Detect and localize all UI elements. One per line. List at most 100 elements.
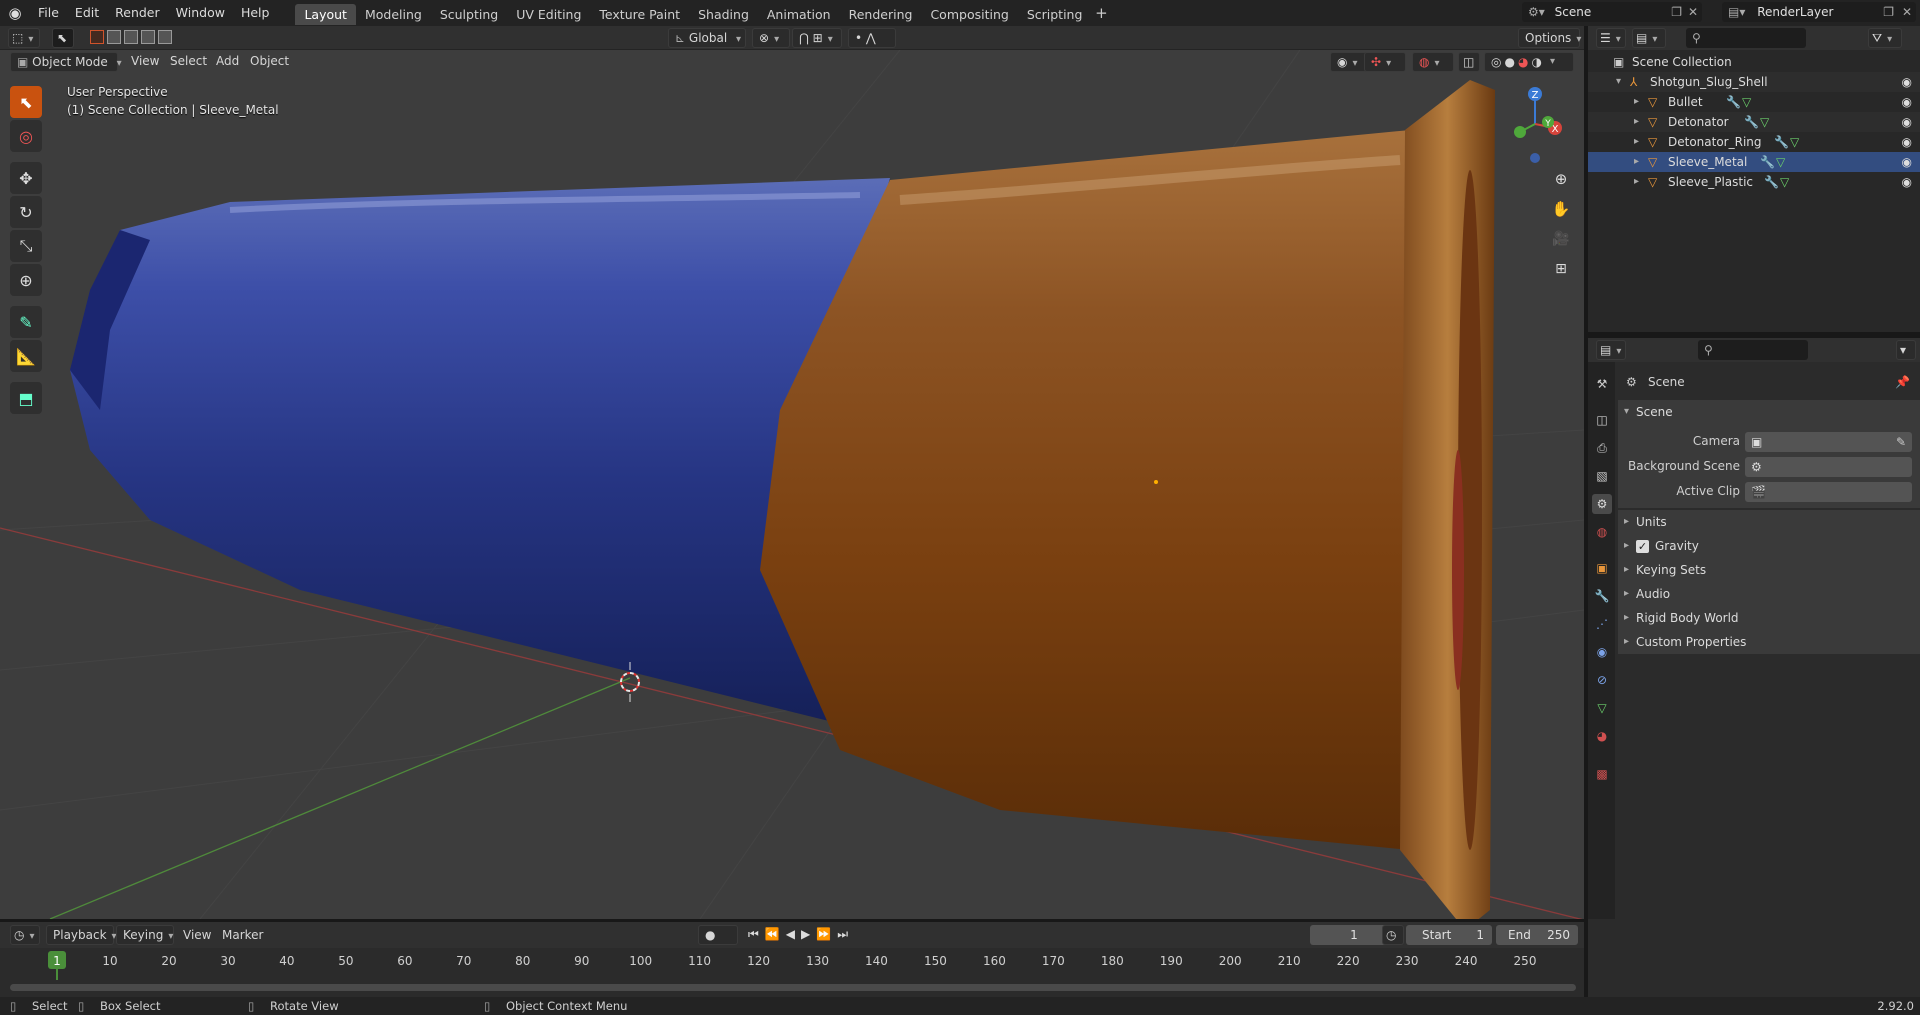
ortho-toggle-button[interactable]: ⊞ [1548,256,1574,282]
auto-keying-toggle[interactable]: ● [698,925,738,945]
menu-add[interactable]: Add [216,54,239,68]
start-frame-field[interactable]: Start 1 [1406,925,1492,945]
tab-layout[interactable]: Layout [295,4,356,25]
tab-scripting[interactable]: Scripting [1018,4,1092,25]
close-layer-icon[interactable]: ✕ [1902,2,1912,22]
solid-shading-icon[interactable]: ● [1504,53,1514,71]
panel-rigid-body-world[interactable]: Rigid Body World [1618,606,1920,630]
outliner-row-sleeve-metal[interactable]: ▸ ▽ Sleeve_Metal 🔧 ▽ ◉ [1588,152,1920,172]
expand-arrow-icon[interactable]: ▸ [1634,92,1639,112]
pan-button[interactable]: ✋ [1548,196,1574,222]
visibility-eye-icon[interactable]: ◉ [1902,72,1912,92]
tab-constraints[interactable]: ⊘ [1592,670,1612,690]
preview-range-toggle[interactable]: ◷ [1382,925,1404,945]
pivot-point-dropdown[interactable]: ⊗ [752,28,790,48]
tab-object[interactable]: ▣ [1592,558,1612,578]
measure-tool[interactable]: 📐 [10,340,42,372]
gizmo-toggle[interactable]: ✣ [1364,52,1406,72]
menu-help[interactable]: Help [233,0,278,26]
timeline-editor-type[interactable]: ◷ [10,925,40,945]
gizmo-z-negative[interactable] [1530,153,1540,163]
tab-particles[interactable]: ⋰ [1592,614,1612,634]
tab-rendering[interactable]: Rendering [840,4,922,25]
annotate-tool[interactable]: ✎ [10,306,42,338]
proportional-editing-button[interactable]: • ⋀ [848,28,896,48]
outliner-row-bullet[interactable]: ▸ ▽ Bullet 🔧 ▽ ◉ [1588,92,1920,112]
tab-scene[interactable]: ⚙ [1592,494,1612,514]
view-layer-selector[interactable]: ▤▾ RenderLayer ❐ ✕ [1722,2,1916,22]
wireframe-shading-icon[interactable]: ◎ [1491,53,1501,71]
tab-physics[interactable]: ◉ [1592,642,1612,662]
properties-search[interactable]: ⚲ [1698,340,1808,360]
select-box-tool[interactable]: ⬉ [10,86,42,118]
tab-render[interactable]: ◫ [1592,410,1612,430]
select-tool-icon[interactable]: ⬉ [52,28,74,48]
properties-editor-type[interactable]: ▤ [1596,340,1626,360]
blender-logo-icon[interactable]: ◉ [0,4,30,22]
end-frame-field[interactable]: End 250 [1496,925,1578,945]
visibility-eye-icon[interactable]: ◉ [1902,92,1912,112]
outliner-editor-type[interactable]: ☰ [1596,28,1626,48]
tab-output[interactable]: ⎙ [1592,438,1612,458]
add-cube-tool[interactable]: ⬒ [10,382,42,414]
scale-tool[interactable]: ⤡ [10,230,42,262]
menu-file[interactable]: File [30,0,67,26]
active-clip-field[interactable]: 🎬 [1745,482,1912,502]
transform-tool[interactable]: ⊕ [10,264,42,296]
expand-arrow-icon[interactable]: ▸ [1634,172,1639,192]
jump-keyframe-back-icon[interactable]: ⏪ [765,927,780,942]
tab-material[interactable]: ◕ [1592,726,1612,746]
add-workspace-button[interactable]: + [1091,0,1111,26]
snapping-dropdown[interactable]: ⋂ ⊞ [792,28,842,48]
tab-tool[interactable]: ⚒ [1592,374,1612,394]
cursor-tool[interactable]: ◎ [10,120,42,152]
panel-gravity[interactable]: ✓ Gravity [1618,534,1920,558]
move-tool[interactable]: ✥ [10,162,42,194]
subtract-selection-icon[interactable] [124,30,138,44]
outliner-row-detonator-ring[interactable]: ▸ ▽ Detonator_Ring 🔧 ▽ ◉ [1588,132,1920,152]
tab-modifiers[interactable]: 🔧 [1592,586,1612,606]
scene-selector[interactable]: ⚙▾ Scene ❐ ✕ [1522,2,1702,22]
rotate-tool[interactable]: ↻ [10,196,42,228]
close-scene-icon[interactable]: ✕ [1688,2,1698,22]
timeline-scrollbar[interactable] [10,984,1576,991]
invert-selection-icon[interactable] [141,30,155,44]
tab-shading[interactable]: Shading [689,4,758,25]
menu-object[interactable]: Object [250,54,289,68]
menu-select[interactable]: Select [170,54,207,68]
object-mode-dropdown[interactable]: ▣ Object Mode [10,52,118,72]
panel-keying-sets[interactable]: Keying Sets [1618,558,1920,582]
tab-compositing[interactable]: Compositing [921,4,1017,25]
keying-dropdown[interactable]: Keying [116,925,174,945]
expand-arrow-icon[interactable]: ▸ [1634,132,1639,152]
visibility-eye-icon[interactable]: ◉ [1902,172,1912,192]
display-mode-dropdown[interactable]: ▤ [1632,28,1666,48]
extend-selection-icon[interactable] [107,30,121,44]
menu-view[interactable]: View [131,54,159,68]
sleeve-plastic-mesh[interactable] [70,178,890,725]
transform-orientation-dropdown[interactable]: ⊾ Global [668,28,746,48]
outliner-row-sleeve-plastic[interactable]: ▸ ▽ Sleeve_Plastic 🔧 ▽ ◉ [1588,172,1920,192]
outliner-search[interactable]: ⚲ [1686,28,1806,48]
rendered-shading-icon[interactable]: ◑ [1531,53,1541,71]
editor-type-button[interactable]: ⬚ [8,28,40,48]
gizmo-y-axis[interactable] [1514,126,1526,138]
gravity-checkbox[interactable]: ✓ [1636,540,1649,553]
properties-options[interactable]: ▾ [1896,340,1916,360]
overlays-toggle[interactable]: ◍ [1412,52,1454,72]
filter-dropdown[interactable]: ⛛ [1868,28,1902,48]
tab-world[interactable]: ◍ [1592,522,1612,542]
tab-uv-editing[interactable]: UV Editing [507,4,590,25]
panel-units[interactable]: Units [1618,510,1920,534]
tab-data[interactable]: ▽ [1592,698,1612,718]
expand-arrow-icon[interactable]: ▸ [1634,112,1639,132]
visibility-eye-icon[interactable]: ◉ [1902,152,1912,172]
playback-dropdown[interactable]: Playback [46,925,114,945]
background-scene-field[interactable]: ⚙ [1745,457,1912,477]
visibility-eye-icon[interactable]: ◉ [1902,112,1912,132]
zoom-button[interactable]: ⊕ [1548,166,1574,192]
timeline-menu-view[interactable]: View [183,928,211,942]
jump-keyframe-forward-icon[interactable]: ⏩ [816,927,831,942]
intersect-selection-icon[interactable] [158,30,172,44]
menu-window[interactable]: Window [168,0,233,26]
